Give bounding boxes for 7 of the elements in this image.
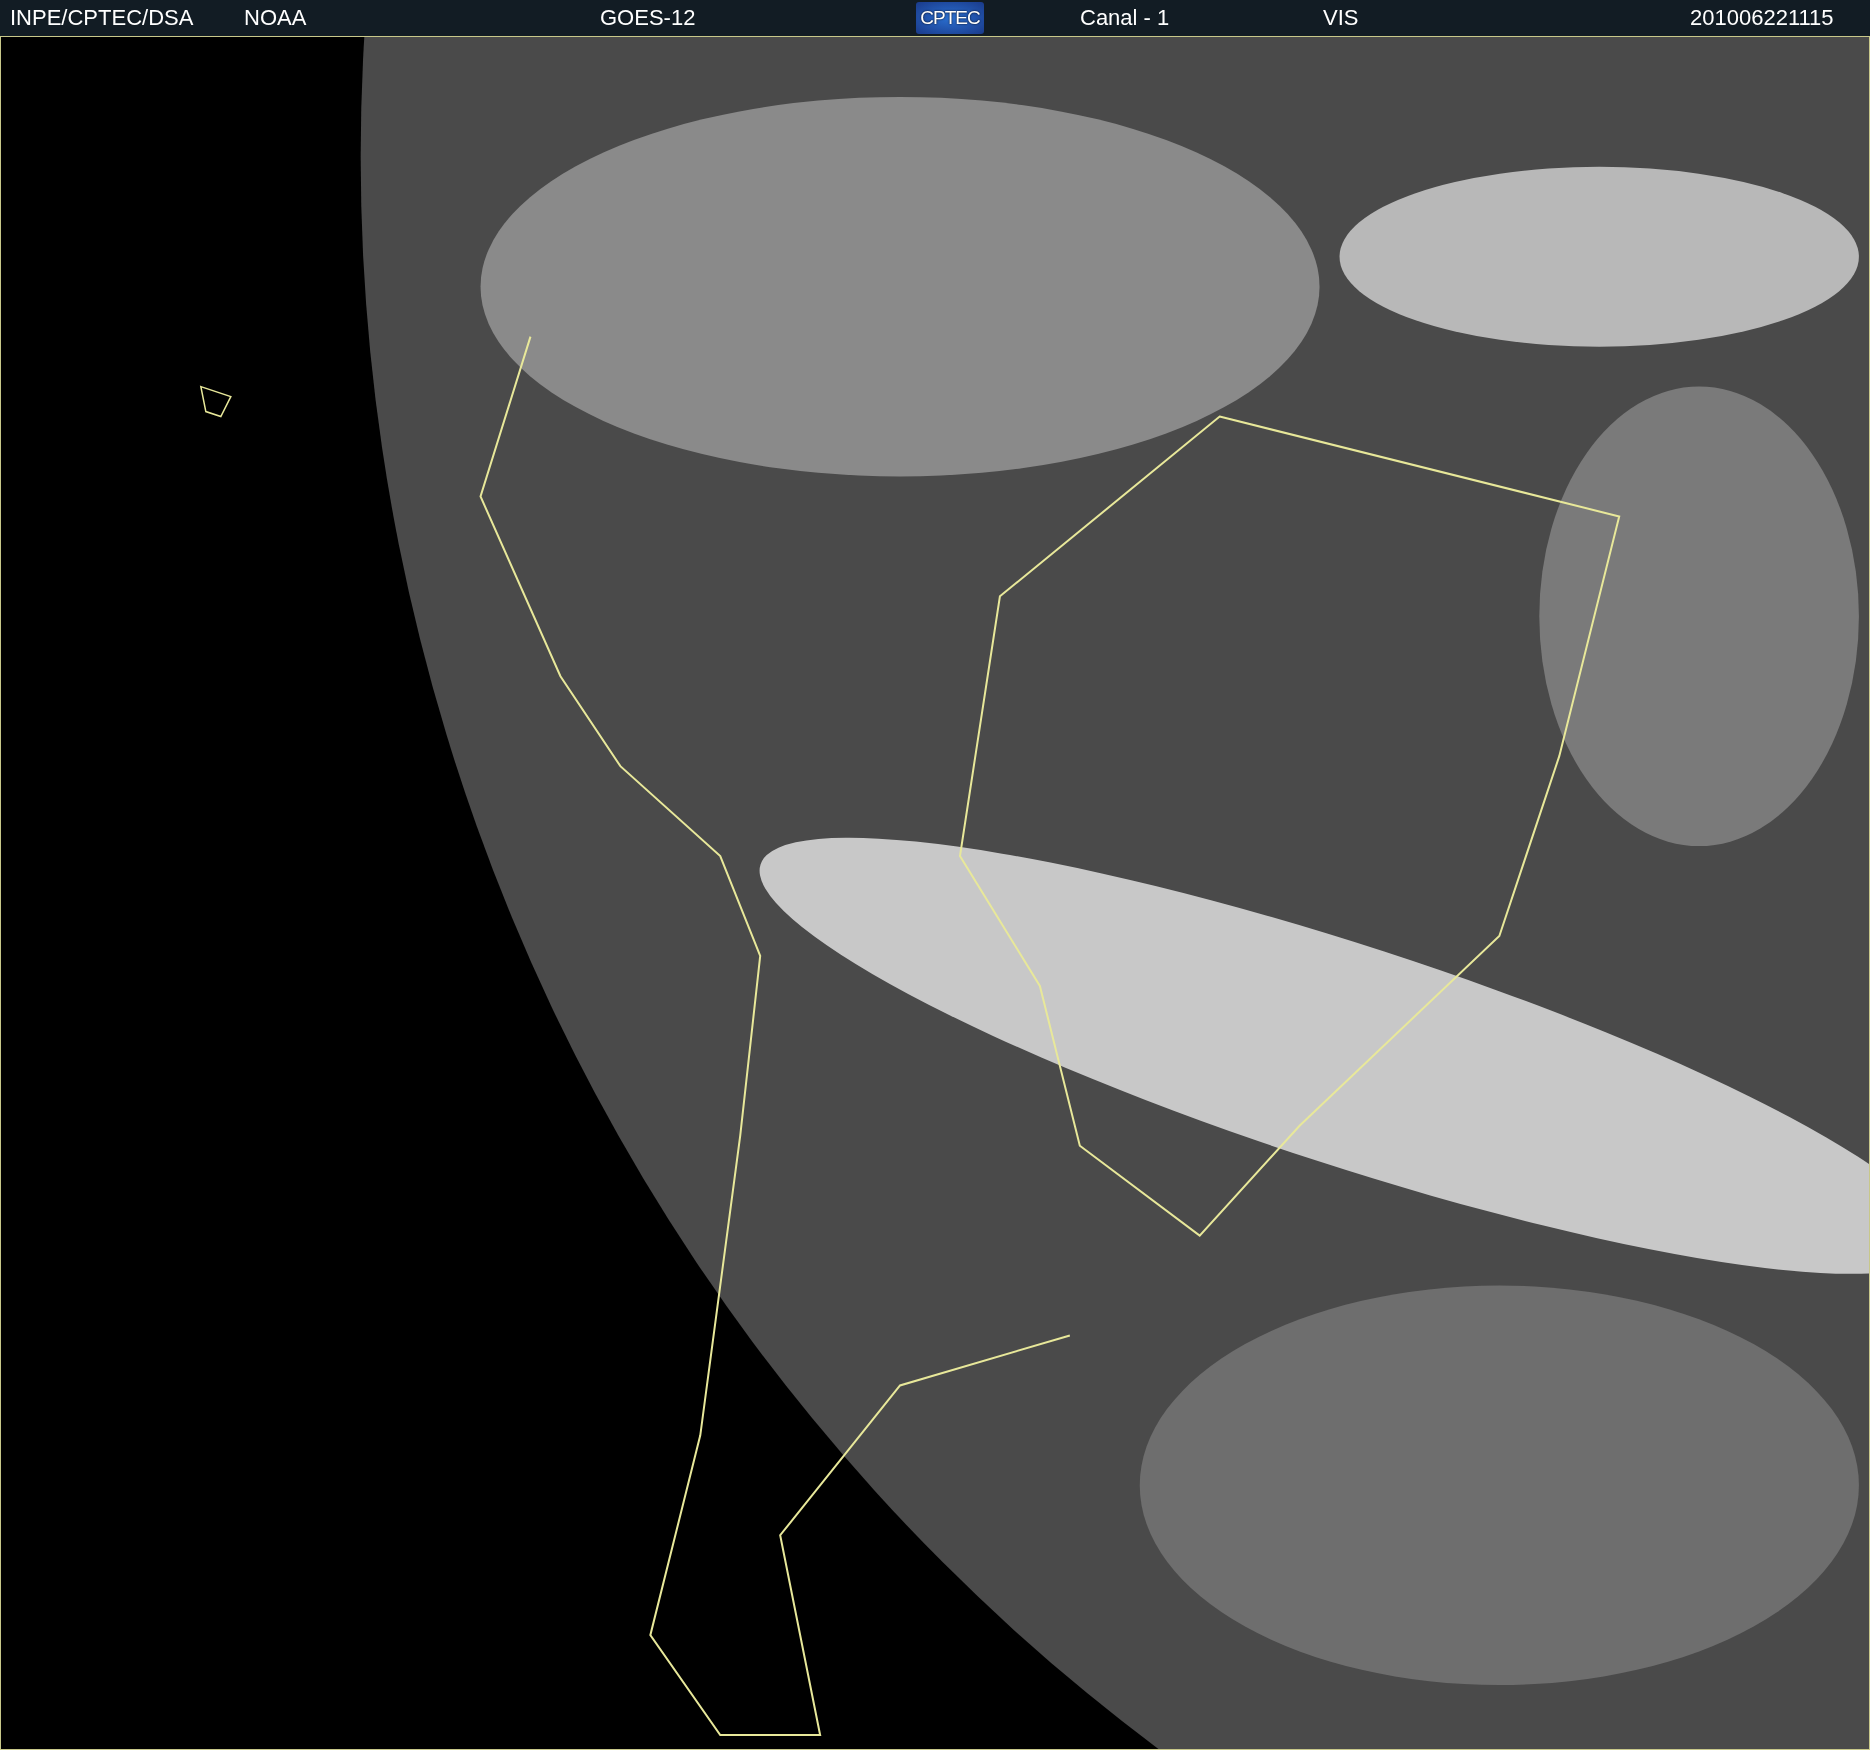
header-label: VIS bbox=[1323, 5, 1359, 30]
cptec-logo: CPTEC bbox=[916, 2, 984, 34]
header-label: Canal - 1 bbox=[1080, 5, 1170, 30]
header-label: NOAA bbox=[244, 5, 307, 30]
header-label: 201006221115 bbox=[1690, 5, 1834, 30]
header-label: INPE/CPTEC/DSA bbox=[10, 5, 194, 30]
header-label: GOES-12 bbox=[600, 5, 696, 30]
